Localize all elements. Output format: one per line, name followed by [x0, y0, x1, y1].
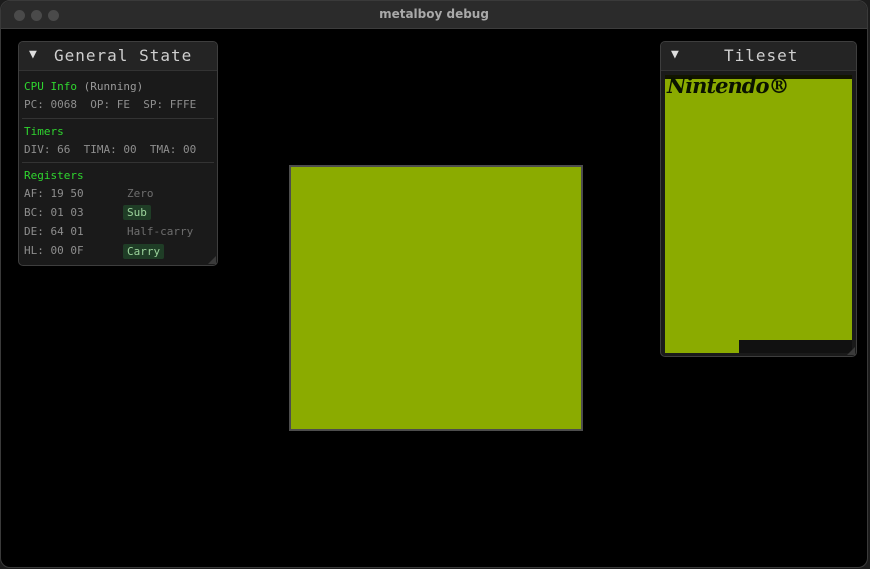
tma-value: 00: [183, 143, 197, 156]
game-screen: [289, 165, 583, 431]
sp-label: SP:: [143, 98, 164, 111]
tileset-view: Nintendo®: [665, 73, 852, 353]
cpu-info-section: CPU Info (Running): [24, 80, 143, 93]
timers-row: DIV: 66 TIMA: 00 TMA: 00: [24, 143, 196, 156]
collapse-arrow-icon[interactable]: ▼: [671, 47, 679, 62]
registers-heading: Registers: [24, 169, 84, 182]
bc-label: BC:: [24, 206, 44, 219]
flag-zero: Zero: [127, 187, 154, 200]
af-value: 19 50: [50, 187, 84, 200]
hl-value: 00 0F: [50, 244, 84, 257]
div-value: 66: [57, 143, 71, 156]
flag-sub: Sub: [123, 205, 151, 220]
register-bc-row: BC: 01 03: [24, 206, 84, 219]
cpu-status: (Running): [83, 80, 144, 93]
panel-title: General State: [54, 46, 193, 65]
tma-label: TMA:: [149, 143, 177, 156]
op-value: FE: [116, 98, 130, 111]
hl-label: HL:: [24, 244, 44, 257]
window-title: metalboy debug: [379, 7, 489, 21]
resize-grip-icon[interactable]: [208, 256, 216, 264]
op-label: OP:: [90, 98, 111, 111]
register-af-row: AF: 19 50: [24, 187, 84, 200]
bc-value: 01 03: [50, 206, 84, 219]
tileset-header[interactable]: ▼ Tileset: [661, 42, 856, 71]
de-label: DE:: [24, 225, 44, 238]
pc-label: PC:: [24, 98, 44, 111]
sp-value: FFFE: [169, 98, 197, 111]
de-value: 64 01: [50, 225, 84, 238]
divider: [22, 162, 214, 163]
register-de-row: DE: 64 01: [24, 225, 84, 238]
tima-label: TIMA:: [83, 143, 117, 156]
flag-half-carry: Half-carry: [127, 225, 194, 238]
title-bar[interactable]: metalboy debug: [1, 1, 867, 29]
cpu-info-heading: CPU Info: [24, 80, 77, 93]
collapse-arrow-icon[interactable]: ▼: [29, 47, 37, 62]
empty-tile-area: [739, 340, 852, 353]
general-state-panel[interactable]: ▼ General State CPU Info (Running) PC: 0…: [18, 41, 218, 266]
app-window: metalboy debug ▼ General State CPU Info …: [0, 0, 868, 568]
timers-heading: Timers: [24, 125, 64, 138]
tima-value: 00: [123, 143, 137, 156]
af-label: AF:: [24, 187, 44, 200]
nintendo-logo-tiles: Nintendo®: [667, 73, 789, 98]
cpu-info-row: PC: 0068 OP: FE SP: FFFE: [24, 98, 196, 111]
div-label: DIV:: [24, 143, 51, 156]
flag-carry: Carry: [123, 244, 165, 259]
pc-value: 0068: [50, 98, 78, 111]
register-hl-row: HL: 00 0F: [24, 244, 84, 257]
tileset-panel[interactable]: ▼ Tileset Nintendo®: [660, 41, 857, 357]
divider: [22, 118, 214, 119]
panel-title: Tileset: [724, 46, 799, 65]
resize-grip-icon[interactable]: [847, 347, 855, 355]
general-state-header[interactable]: ▼ General State: [19, 42, 217, 71]
